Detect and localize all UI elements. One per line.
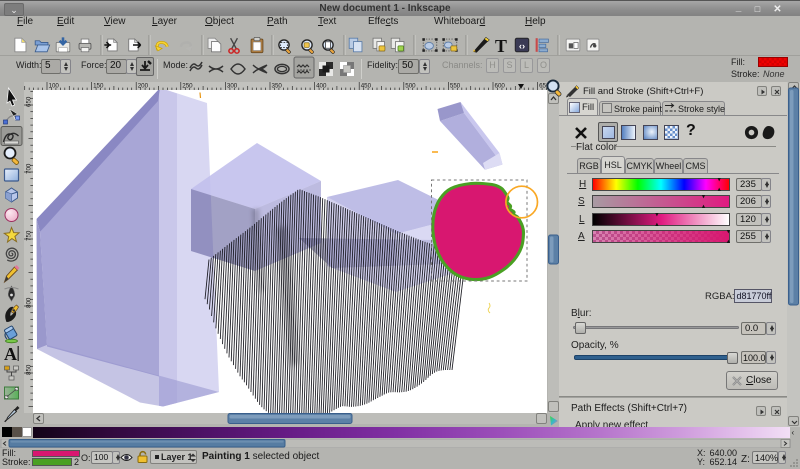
svg-text:300: 300 [227, 83, 238, 90]
svg-text:750: 750 [26, 230, 33, 241]
svg-text:T: T [495, 35, 507, 55]
svg-text:650: 650 [26, 96, 33, 107]
svg-text:400: 400 [316, 83, 327, 90]
svg-text:700: 700 [26, 163, 33, 174]
svg-text:250: 250 [182, 83, 193, 90]
svg-text:800: 800 [26, 297, 33, 308]
svg-text:350: 350 [272, 83, 283, 90]
svg-text:850: 850 [26, 364, 33, 375]
svg-text:A: A [4, 344, 17, 364]
svg-text:‹›: ‹› [519, 40, 525, 50]
svg-text:600: 600 [495, 83, 506, 90]
svg-text:200: 200 [138, 83, 149, 90]
svg-text:550: 550 [450, 83, 461, 90]
svg-text:450: 450 [361, 83, 372, 90]
svg-text:150: 150 [93, 83, 104, 90]
svg-text:500: 500 [405, 83, 416, 90]
svg-text:100: 100 [49, 83, 60, 90]
